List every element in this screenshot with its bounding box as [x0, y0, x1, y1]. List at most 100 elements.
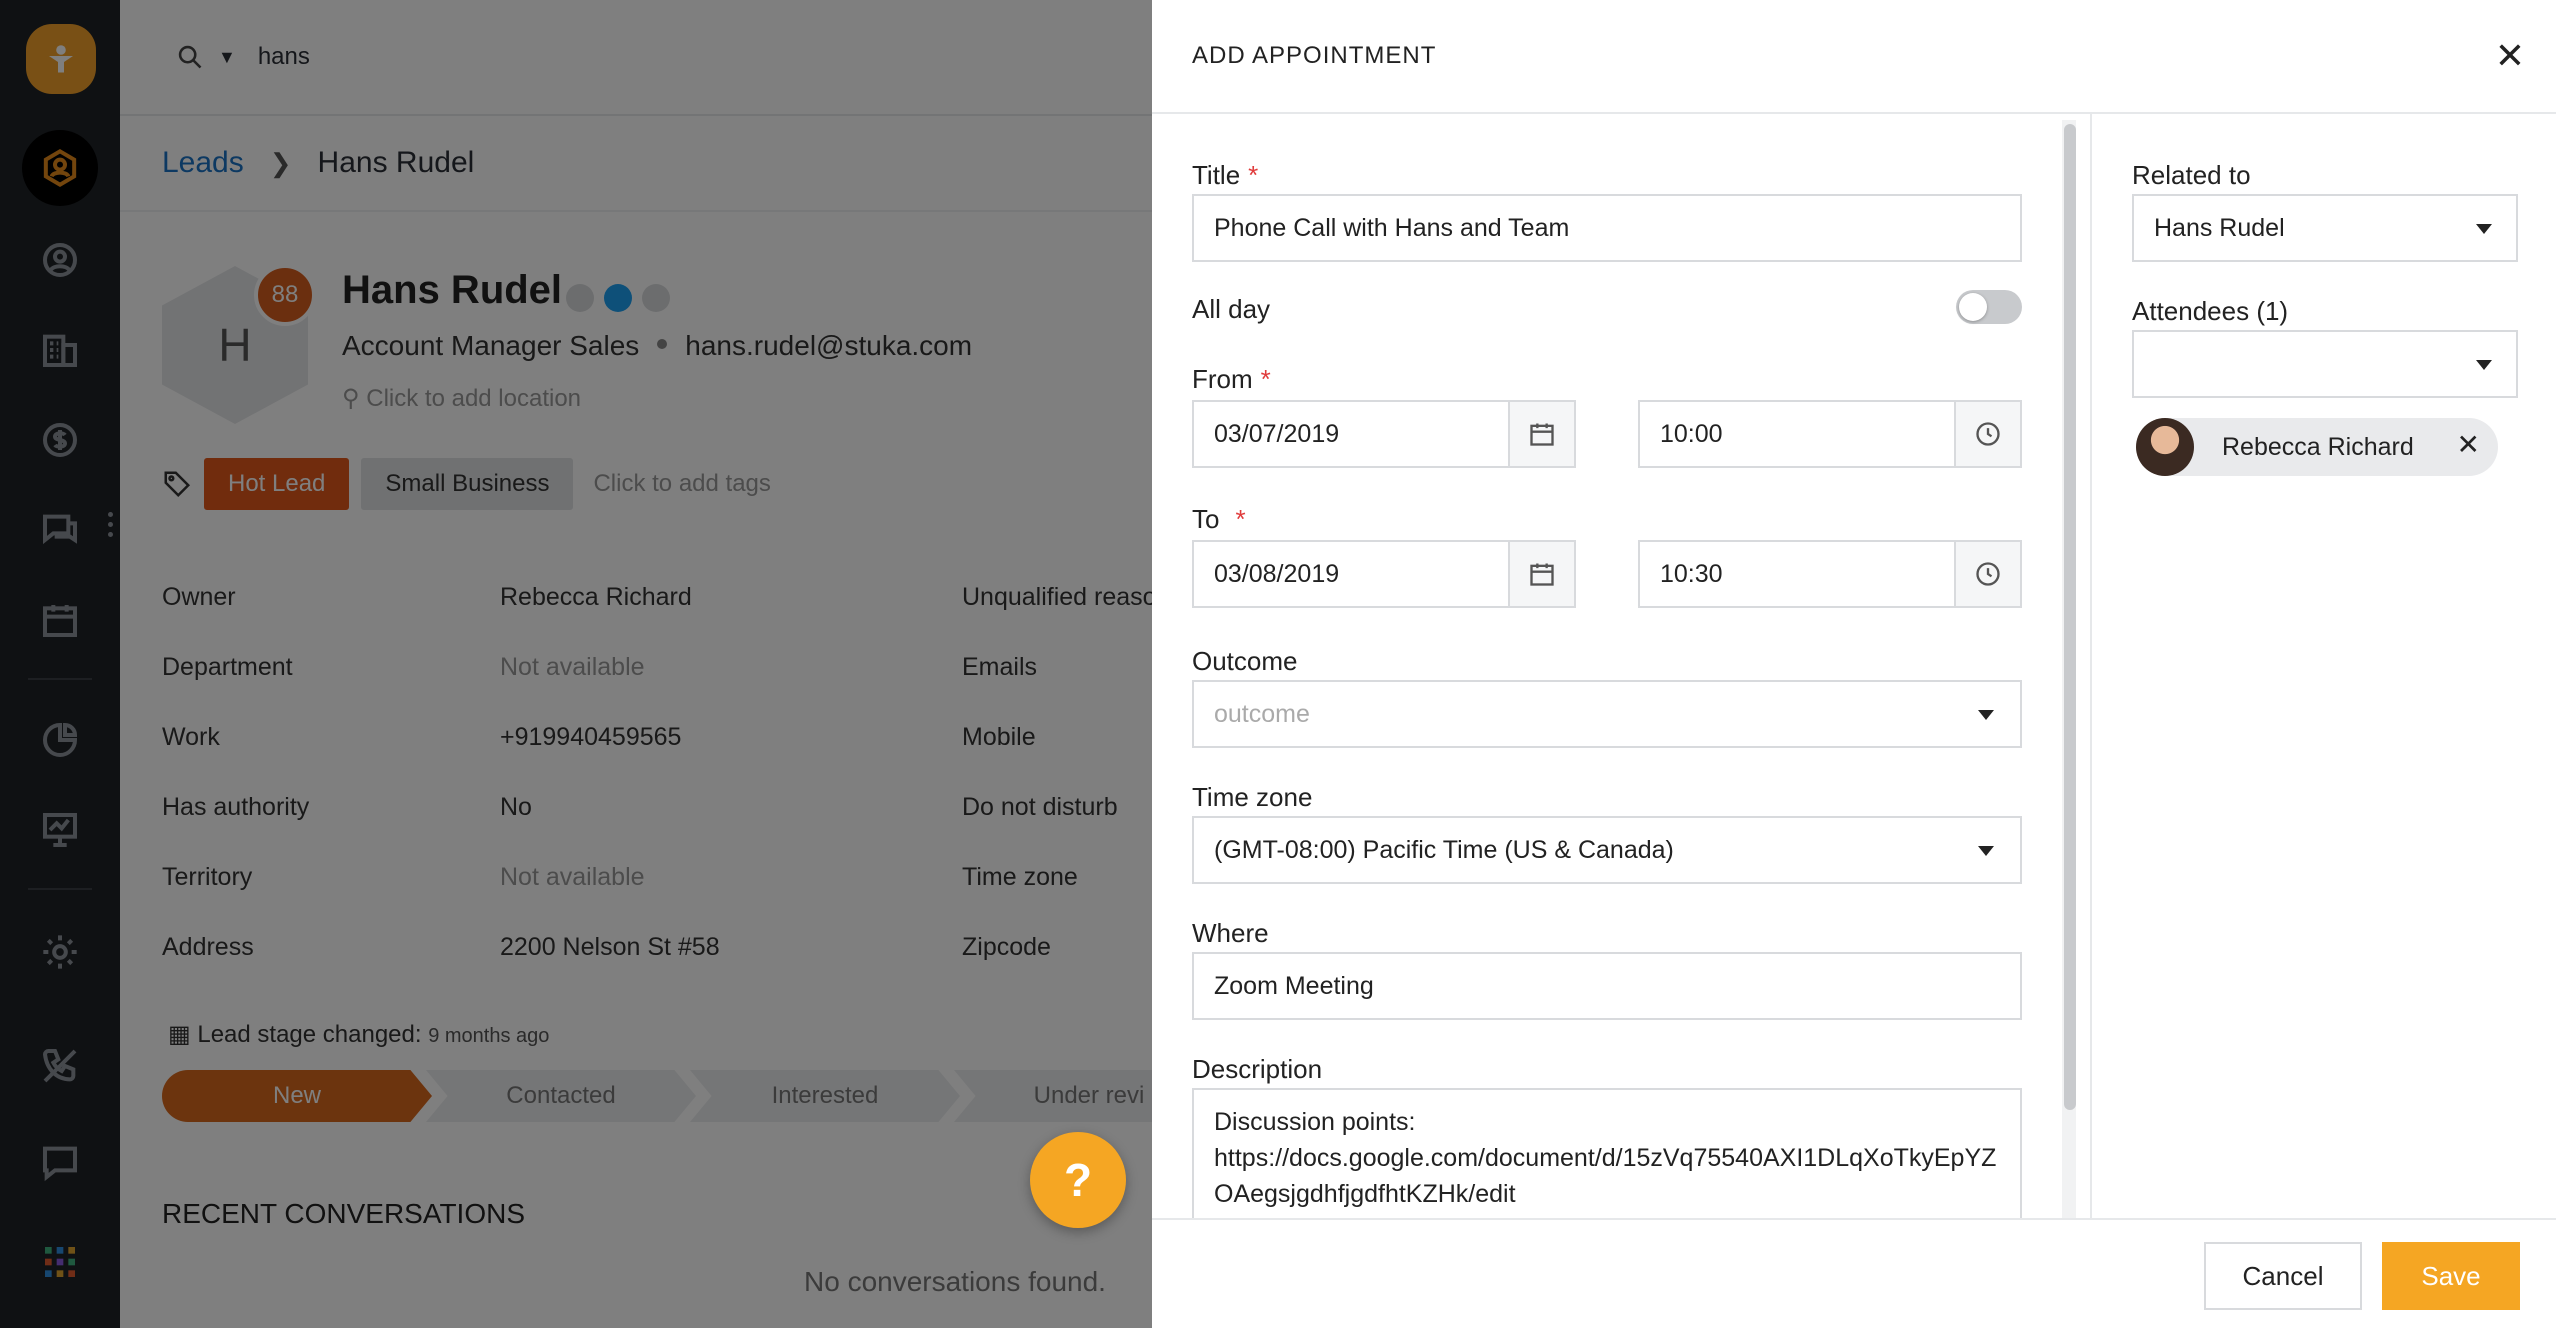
breadcrumb-current: Hans Rudel: [317, 146, 475, 179]
sidebar-item-phone[interactable]: [22, 1028, 98, 1104]
appointment-form: Title * Phone Call with Hans and Team All…: [1152, 114, 2082, 1218]
calendar-icon: [1530, 423, 1554, 446]
building-icon: [43, 334, 77, 367]
to-date-value: 03/08/2019: [1214, 559, 1340, 588]
clock-icon: [1976, 422, 2000, 446]
detail-row-territory: Territory Not available Time zone: [162, 842, 1152, 912]
detail-row-address: Address 2200 Nelson St #58 Zipcode: [162, 912, 1152, 982]
from-date-input[interactable]: 03/07/2019: [1192, 400, 1576, 468]
attendee-name: Rebecca Richard: [2222, 432, 2414, 461]
sidebar-item-contacts[interactable]: [22, 222, 98, 298]
lead-role-line: Account Manager Sales hans.rudel@stuka.co…: [342, 330, 972, 362]
sidebar-item-deals[interactable]: [22, 402, 98, 478]
detail-label: Address: [162, 932, 254, 961]
help-button[interactable]: ?: [1030, 1132, 1126, 1228]
sidebar-item-calendar[interactable]: [22, 582, 98, 658]
logo-icon: [49, 45, 73, 73]
from-time-input[interactable]: 10:00: [1638, 400, 2022, 468]
tag-small-business[interactable]: Small Business: [361, 458, 574, 510]
breadcrumb-leads-link[interactable]: Leads: [162, 146, 244, 180]
description-textarea[interactable]: Discussion points: https://docs.google.c…: [1192, 1088, 2022, 1218]
detail-value[interactable]: No: [500, 793, 962, 822]
search-icon[interactable]: [176, 43, 204, 71]
allday-toggle[interactable]: [1956, 290, 2022, 324]
breadcrumb: Leads ❯ Hans Rudel: [120, 116, 1152, 212]
detail-value[interactable]: Rebecca Richard: [500, 583, 962, 612]
stage-under-review[interactable]: Under revi: [954, 1070, 1152, 1122]
detail-value[interactable]: Not available: [500, 653, 962, 682]
linkedin-icon[interactable]: [642, 284, 670, 312]
search-scope-dropdown[interactable]: ▼: [218, 47, 236, 68]
where-input[interactable]: Zoom Meeting: [1192, 952, 2022, 1020]
sidebar-item-apps[interactable]: [22, 1224, 98, 1300]
form-scrollbar-thumb[interactable]: [2064, 124, 2076, 1110]
facebook-icon[interactable]: [566, 284, 594, 312]
app-logo[interactable]: [26, 24, 96, 94]
detail-label: Work: [162, 722, 220, 751]
clock-icon: [1976, 562, 2000, 586]
attendees-select[interactable]: [2132, 330, 2518, 398]
detail-label: Owner: [162, 582, 236, 611]
to-date-picker-button[interactable]: [1508, 542, 1574, 606]
sidebar-item-settings[interactable]: [22, 914, 98, 990]
from-date-picker-button[interactable]: [1508, 402, 1574, 466]
sidebar-item-chat[interactable]: [22, 1124, 98, 1200]
sidebar-item-reports[interactable]: [22, 702, 98, 778]
stage-time-ago: 9 months ago: [428, 1025, 550, 1047]
outcome-select[interactable]: outcome: [1192, 680, 2022, 748]
calendar-icon: [43, 605, 77, 637]
sidebar-item-conversations[interactable]: [22, 492, 98, 568]
attendees-label: Attendees (1): [2132, 296, 2289, 326]
close-icon[interactable]: ✕: [2495, 38, 2526, 74]
remove-attendee-icon[interactable]: ✕: [2457, 428, 2480, 461]
from-time-picker-button[interactable]: [1954, 402, 2020, 466]
detail-value[interactable]: +919940459565: [500, 723, 962, 752]
chat-icon: [43, 1146, 77, 1182]
detail-label: Mobile: [962, 722, 1036, 751]
lead-name: Hans Rudel: [342, 268, 563, 312]
lead-email[interactable]: hans.rudel@stuka.com: [685, 330, 972, 361]
detail-value[interactable]: Not available: [500, 863, 962, 892]
presentation-chart-icon: [43, 813, 77, 847]
sidebar-item-contacts-active[interactable]: [22, 130, 98, 206]
lead-location[interactable]: ⚲ Click to add location: [342, 384, 581, 413]
detail-row-department: Department Not available Emails: [162, 632, 1152, 702]
timezone-select[interactable]: (GMT-08:00) Pacific Time (US & Canada): [1192, 816, 2022, 884]
sidebar-grip-icon[interactable]: [108, 512, 114, 540]
sidebar-item-accounts[interactable]: [22, 312, 98, 388]
stage-new[interactable]: New: [162, 1070, 432, 1122]
to-date-input[interactable]: 03/08/2019: [1192, 540, 1576, 608]
contact-hex-icon: [43, 149, 77, 187]
panel-title: ADD APPOINTMENT: [1192, 42, 1437, 69]
to-time-input[interactable]: 10:30: [1638, 540, 2022, 608]
panel-footer: Cancel Save: [1152, 1218, 2556, 1328]
panel-header: ADD APPOINTMENT ✕: [1152, 0, 2556, 114]
detail-label: Unqualified reaso: [962, 582, 1152, 611]
sidebar-item-analytics[interactable]: [22, 792, 98, 868]
where-label: Where: [1192, 918, 1269, 948]
related-to-value: Hans Rudel: [2154, 213, 2285, 242]
detail-row-authority: Has authority No Do not disturb: [162, 772, 1152, 842]
search-query[interactable]: hans: [258, 43, 310, 71]
tag-hot-lead[interactable]: Hot Lead: [204, 458, 350, 510]
lead-score-badge: 88: [254, 264, 316, 326]
stage-interested[interactable]: Interested: [690, 1070, 960, 1122]
save-button[interactable]: Save: [2382, 1242, 2520, 1310]
lead-stage-heading: ▦ Lead stage changed: 9 months ago: [168, 1020, 549, 1049]
title-input[interactable]: Phone Call with Hans and Team: [1192, 194, 2022, 262]
title-label: Title *: [1192, 160, 1259, 190]
cancel-button[interactable]: Cancel: [2204, 1242, 2362, 1310]
stage-contacted[interactable]: Contacted: [426, 1070, 696, 1122]
twitter-icon[interactable]: [604, 284, 632, 312]
timezone-value: (GMT-08:00) Pacific Time (US & Canada): [1214, 835, 1674, 864]
detail-value[interactable]: 2200 Nelson St #58: [500, 933, 962, 962]
related-to-label: Related to: [2132, 160, 2251, 190]
from-date-value: 03/07/2019: [1214, 419, 1340, 448]
add-tag-link[interactable]: Click to add tags: [593, 470, 770, 498]
chat-bubbles-icon: [43, 514, 77, 545]
to-time-picker-button[interactable]: [1954, 542, 2020, 606]
detail-label: Has authority: [162, 792, 310, 821]
related-to-select[interactable]: Hans Rudel: [2132, 194, 2518, 262]
global-search-bar: ▼ hans: [120, 0, 1152, 116]
outcome-placeholder: outcome: [1214, 699, 1310, 728]
